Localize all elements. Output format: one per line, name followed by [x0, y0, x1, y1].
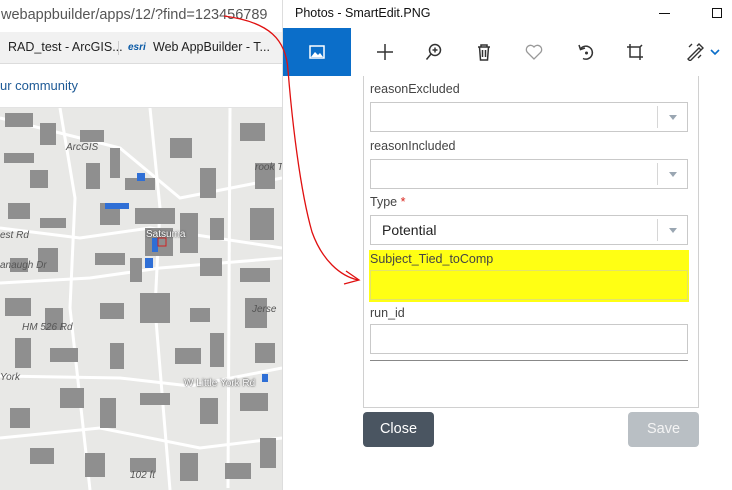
required-indicator: * [400, 195, 406, 209]
minimize-button[interactable] [653, 4, 677, 24]
photos-window: Photos - SmartEdit.PNG reasonExcluded re… [282, 0, 732, 490]
zoom-in-icon [425, 43, 442, 60]
title-bar: Photos - SmartEdit.PNG [283, 0, 732, 28]
reason-included-select[interactable] [370, 159, 688, 189]
chevron-down-icon[interactable] [669, 172, 677, 177]
map-label: York [0, 372, 21, 383]
chevron-down-icon[interactable] [669, 115, 677, 120]
type-label-text: Type [370, 195, 398, 209]
map-label-satsuma: Satsuma [146, 229, 186, 240]
photos-toolbar [283, 28, 732, 76]
edit-icon [687, 43, 720, 61]
field-label-run-id: run_id [370, 306, 405, 320]
bookmark-web-appbuilder[interactable]: Web AppBuilder - T... [153, 32, 270, 63]
favorite-button[interactable] [510, 28, 558, 76]
select-divider [657, 106, 658, 128]
window-title: Photos - SmartEdit.PNG [295, 6, 431, 20]
close-button[interactable]: Close [363, 412, 434, 447]
save-button[interactable]: Save [628, 412, 699, 447]
map-label: W Little York Rd [184, 378, 256, 389]
bookmark-separator [118, 41, 119, 55]
run-id-input[interactable] [370, 324, 688, 354]
map-view[interactable]: ArcGIS rook Tr Satsuma est Rd anaugh Dr … [0, 108, 282, 490]
divider [370, 360, 688, 361]
field-label-type: Type * [370, 195, 405, 209]
parcel-layer [4, 113, 276, 481]
maximize-icon [712, 8, 722, 18]
minimize-icon [659, 13, 670, 14]
browser-window: webappbuilder/apps/12/?find=123456789 RA… [0, 0, 282, 490]
map-label: anaugh Dr [0, 260, 47, 271]
community-link[interactable]: ur community [0, 64, 282, 108]
select-divider [657, 163, 658, 185]
map-label: est Rd [0, 230, 29, 241]
subject-tied-to-comp-input[interactable] [370, 270, 688, 300]
add-button[interactable] [361, 28, 409, 76]
crop-icon [627, 44, 643, 60]
map-canvas [0, 108, 282, 490]
field-label-reason-excluded: reasonExcluded [370, 82, 460, 96]
field-label-subject-tied-to-comp: Subject_Tied_toComp [370, 252, 494, 266]
rotate-icon [578, 44, 594, 60]
type-select-value: Potential [382, 222, 437, 238]
delete-button[interactable] [460, 28, 508, 76]
type-select[interactable]: Potential [370, 215, 688, 245]
edit-menu-button[interactable] [675, 28, 732, 76]
reason-excluded-select[interactable] [370, 102, 688, 132]
bookmarks-bar: RAD_test - ArcGIS... esri Web AppBuilder… [0, 32, 282, 64]
address-bar[interactable]: webappbuilder/apps/12/?find=123456789 [0, 0, 282, 32]
chevron-down-icon[interactable] [669, 228, 677, 233]
add-icon [377, 44, 393, 60]
photo-view-button[interactable] [283, 28, 351, 76]
field-label-reason-included: reasonIncluded [370, 139, 456, 153]
rotate-button[interactable] [562, 28, 610, 76]
bookmark-rad-test[interactable]: RAD_test - ArcGIS... [8, 32, 123, 63]
photo-icon [309, 45, 325, 59]
map-label: HM 526 Rd [22, 322, 73, 333]
crop-button[interactable] [611, 28, 659, 76]
map-label: ArcGIS [66, 142, 99, 153]
delete-icon [478, 44, 490, 61]
edit-attributes-panel: reasonExcluded reasonIncluded Type * Pot… [363, 76, 699, 408]
favorite-icon [525, 44, 543, 60]
maximize-button[interactable] [707, 4, 729, 24]
map-label: Jerse [252, 304, 277, 315]
map-label-elevation: 102 ft [130, 470, 156, 481]
map-label: rook Tr [255, 162, 282, 173]
esri-icon: esri [128, 42, 146, 53]
zoom-in-button[interactable] [410, 28, 458, 76]
select-divider [657, 219, 658, 241]
